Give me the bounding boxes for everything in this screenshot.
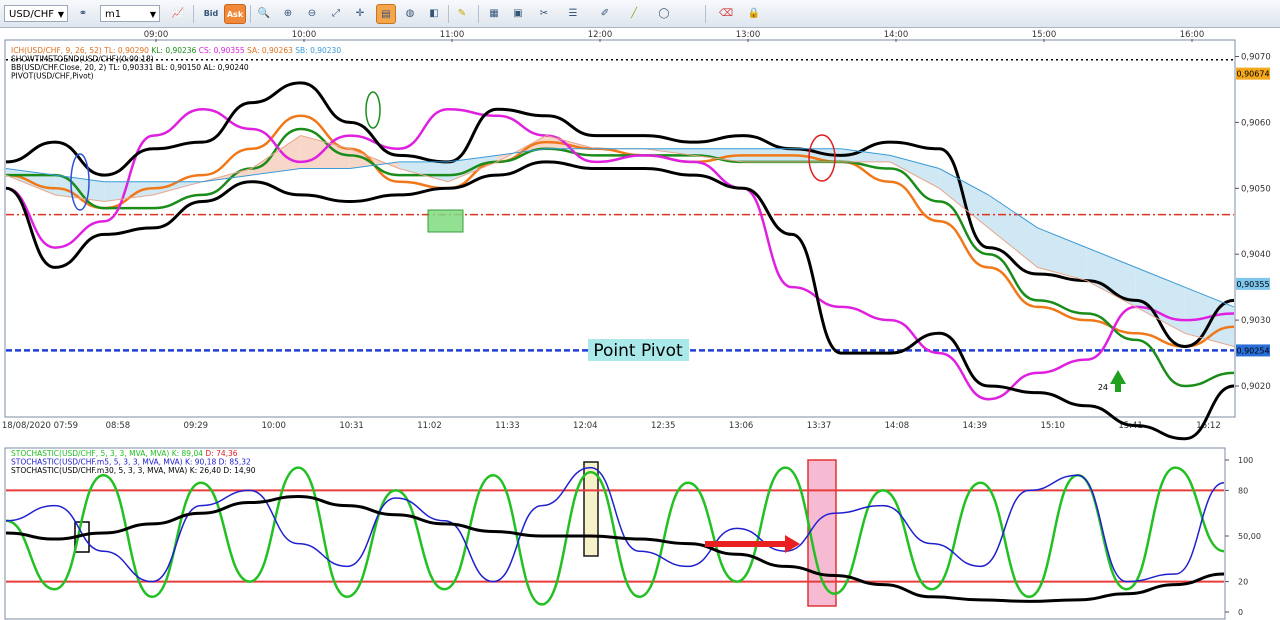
link-icon[interactable]: ⚭ xyxy=(73,4,93,24)
price-badges: 0,90674 0,90355 0,90254 xyxy=(1236,67,1270,357)
stoch-legend-segment: STOCHASTIC(USD/CHF.m30, 5, 3, 3, MVA, MV… xyxy=(11,466,187,475)
ellipse-icon[interactable]: ◯ xyxy=(654,4,674,24)
stoch-legend-segment: D: 14,90 xyxy=(221,466,256,475)
stoch-axis-label: 50,00 xyxy=(1238,532,1261,541)
bid-button[interactable]: Bid xyxy=(200,4,222,24)
bottom-time-label: 14:39 xyxy=(963,421,988,431)
price-label: 0,9030 xyxy=(1241,316,1271,326)
legend-segment: KL: 0,90236 xyxy=(149,46,197,55)
timeframe-select[interactable]: m1 ▼ xyxy=(100,5,160,22)
top-time-label: 15:00 xyxy=(1032,30,1057,40)
chart-toolbar: USD/CHF ▼ ⚭ m1 ▼ 📈 Bid Ask 🔍 ⊕ ⊖ ⤢ ✛ ▤ ◍ ◧… xyxy=(0,0,1280,28)
bottom-time-label: 10:00 xyxy=(261,421,286,431)
toolbar-separator xyxy=(478,5,479,23)
legend-row: PIVOT(USD/CHF,Pivot) xyxy=(11,72,94,81)
line-icon[interactable]: ╱ xyxy=(624,4,644,24)
ask-button[interactable]: Ask xyxy=(224,4,246,24)
stochastic-highlight-box xyxy=(583,461,599,557)
toolbar-separator xyxy=(250,5,251,23)
price-badge-label: 0,90674 xyxy=(1236,70,1269,79)
chevron-down-icon: ▼ xyxy=(149,10,156,19)
top-time-label: 14:00 xyxy=(884,30,909,40)
price-label: 0,9020 xyxy=(1241,382,1271,392)
arrow-label: 24 xyxy=(1098,383,1108,392)
eraser-icon[interactable]: ⌫ xyxy=(716,4,736,24)
image-icon[interactable]: ▦ xyxy=(484,4,504,24)
price-badge-label: 0,90355 xyxy=(1236,280,1269,289)
zoom-icon[interactable]: 🔍 xyxy=(254,4,274,24)
symbol-value: USD/CHF xyxy=(9,9,54,20)
top-time-label: 13:00 xyxy=(736,30,761,40)
top-time-label: 12:00 xyxy=(588,30,613,40)
top-time-label: 09:00 xyxy=(144,30,169,40)
ruler-icon[interactable]: ✎ xyxy=(452,4,472,24)
bottom-time-label: 14:08 xyxy=(885,421,910,431)
symbol-select[interactable]: USD/CHF ▼ xyxy=(4,5,68,22)
price-axis: 0,9070 0,9060 0,9050 0,9040 0,9030 0,9020 xyxy=(1235,52,1271,392)
legend-segment: SA: 0,90263 xyxy=(245,46,293,55)
legend-segment: PIVOT(USD/CHF,Pivot) xyxy=(11,72,94,81)
legend-segment: SB: 0,90230 xyxy=(293,46,341,55)
chart-area[interactable]: 09:00 10:00 11:00 12:00 13:00 14:00 15:00 16:00… xyxy=(0,28,1280,620)
price-label: 0,9070 xyxy=(1241,52,1271,62)
stoch-axis-label: 100 xyxy=(1238,456,1253,465)
ruler-icon[interactable]: ◧ xyxy=(424,4,444,24)
stochastic-axis: 100 80 50,00 20 0 xyxy=(1225,456,1261,617)
globe-icon[interactable]: ◍ xyxy=(400,4,420,24)
bottom-time-label: 11:02 xyxy=(417,421,442,431)
stoch-legend-segment: K: 26,40 xyxy=(187,466,221,475)
zoom-out-icon[interactable]: ⊖ xyxy=(302,4,322,24)
stoch-axis-label: 0 xyxy=(1238,608,1243,617)
legend-segment: CS: 0,90355 xyxy=(196,46,245,55)
bottom-time-label: 08:58 xyxy=(106,421,131,431)
lock-icon[interactable]: 🔒 xyxy=(744,4,764,24)
highlight-box-green xyxy=(427,209,464,233)
price-badge-label: 0,90254 xyxy=(1236,346,1269,355)
price-label: 0,9060 xyxy=(1241,118,1271,128)
price-label: 0,9050 xyxy=(1241,184,1271,194)
stoch-axis-label: 20 xyxy=(1238,578,1248,587)
pen-icon[interactable]: ✐ xyxy=(595,4,615,24)
top-time-label: 16:00 xyxy=(1180,30,1205,40)
bottom-time-label: 09:29 xyxy=(184,421,209,431)
top-time-label: 10:00 xyxy=(292,30,317,40)
stoch-legend-row: STOCHASTIC(USD/CHF.m30, 5, 3, 3, MVA, MV… xyxy=(11,466,256,475)
bottom-time-label: 18/08/2020 07:59 xyxy=(2,421,78,431)
zoom-fit-icon[interactable]: ⤢ xyxy=(326,4,346,24)
timeframe-value: m1 xyxy=(105,9,122,20)
zoom-in-icon[interactable]: ⊕ xyxy=(278,4,298,24)
stochastic-highlight-pink xyxy=(807,459,837,607)
tools-icon[interactable]: ✂ xyxy=(534,4,554,24)
stoch-axis-label: 80 xyxy=(1238,486,1248,495)
chart-style-icon[interactable]: 📈 xyxy=(168,4,188,24)
properties-icon[interactable]: ▤ xyxy=(376,4,396,24)
bottom-time-label: 12:35 xyxy=(651,421,676,431)
bottom-time-label: 15:10 xyxy=(1040,421,1065,431)
window-icon[interactable]: ▣ xyxy=(508,4,528,24)
price-label: 0,9040 xyxy=(1241,250,1271,260)
bottom-time-label: 10:31 xyxy=(339,421,364,431)
bottom-time-label: 11:33 xyxy=(495,421,520,431)
bottom-time-label: 12:04 xyxy=(573,421,598,431)
crosshair-icon[interactable]: ✛ xyxy=(350,4,370,24)
bottom-time-axis: 18/08/2020 07:59 08:58 09:29 10:00 10:31 11:0… xyxy=(2,421,1221,431)
lines-icon[interactable]: ☰ xyxy=(563,4,583,24)
top-time-label: 11:00 xyxy=(440,30,465,40)
toolbar-separator xyxy=(193,5,194,23)
stochastic-legend: STOCHASTIC(USD/CHF, 5, 3, 3, MVA, MVA) K… xyxy=(11,449,256,475)
bottom-time-label: 13:06 xyxy=(729,421,754,431)
bottom-time-label: 13:37 xyxy=(807,421,832,431)
chevron-down-icon: ▼ xyxy=(57,10,64,19)
toolbar-separator xyxy=(448,5,449,23)
point-pivot-label: Point Pivot xyxy=(593,341,683,361)
toolbar-separator xyxy=(705,5,706,23)
